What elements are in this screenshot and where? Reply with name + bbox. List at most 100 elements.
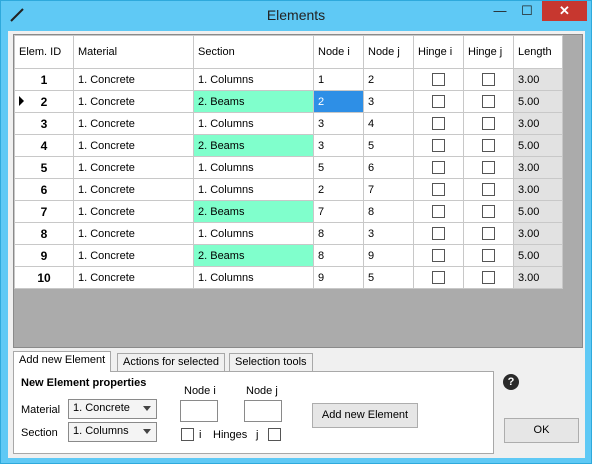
cell-id[interactable]: 2 bbox=[14, 90, 74, 113]
cell-material[interactable]: 1. Concrete bbox=[73, 266, 194, 289]
hinge-i-checkbox[interactable] bbox=[432, 227, 445, 240]
cell-id[interactable]: 3 bbox=[14, 112, 74, 135]
elements-grid[interactable]: Elem. ID Material Section Node i Node j … bbox=[13, 34, 583, 348]
hinge-i-checkbox[interactable] bbox=[432, 271, 445, 284]
hinge-j-checkbox[interactable] bbox=[482, 73, 495, 86]
node-j-input[interactable] bbox=[244, 400, 282, 422]
cell-hinge-i[interactable] bbox=[413, 68, 464, 91]
close-button[interactable]: ✕ bbox=[542, 1, 587, 21]
hinge-j-checkbox[interactable] bbox=[482, 271, 495, 284]
cell-node-i[interactable]: 5 bbox=[313, 156, 364, 179]
cell-node-j[interactable]: 9 bbox=[363, 244, 414, 267]
material-select[interactable]: 1. Concrete bbox=[68, 399, 157, 419]
header-hinge-i[interactable]: Hinge i bbox=[413, 35, 464, 69]
hinge-i-checkbox[interactable] bbox=[432, 73, 445, 86]
hinge-i-checkbox[interactable] bbox=[432, 249, 445, 262]
cell-section[interactable]: 1. Columns bbox=[193, 112, 314, 135]
cell-id[interactable]: 4 bbox=[14, 134, 74, 157]
tab-add-new-element[interactable]: Add new Element bbox=[13, 351, 112, 372]
cell-node-i[interactable]: 2 bbox=[313, 178, 364, 201]
table-row[interactable]: 10 1. Concrete 1. Columns 9 5 3.00 bbox=[14, 266, 563, 289]
section-select[interactable]: 1. Columns bbox=[68, 422, 157, 442]
cell-hinge-j[interactable] bbox=[463, 156, 514, 179]
cell-hinge-i[interactable] bbox=[413, 178, 464, 201]
cell-hinge-j[interactable] bbox=[463, 178, 514, 201]
cell-node-j[interactable]: 3 bbox=[363, 90, 414, 113]
minimize-button[interactable]: — bbox=[486, 1, 514, 21]
hinge-j-checkbox[interactable] bbox=[482, 161, 495, 174]
cell-hinge-i[interactable] bbox=[413, 90, 464, 113]
cell-hinge-i[interactable] bbox=[413, 112, 464, 135]
table-row[interactable]: 1 1. Concrete 1. Columns 1 2 3.00 bbox=[14, 68, 563, 91]
cell-material[interactable]: 1. Concrete bbox=[73, 68, 194, 91]
cell-section[interactable]: 1. Columns bbox=[193, 178, 314, 201]
cell-node-i[interactable]: 2 bbox=[313, 90, 364, 113]
cell-hinge-j[interactable] bbox=[463, 200, 514, 223]
hinge-i-checkbox[interactable] bbox=[432, 183, 445, 196]
help-icon[interactable]: ? bbox=[503, 374, 519, 390]
hinge-j-checkbox[interactable] bbox=[482, 183, 495, 196]
cell-section[interactable]: 1. Columns bbox=[193, 222, 314, 245]
header-node-j[interactable]: Node j bbox=[363, 35, 414, 69]
hinge-j-checkbox[interactable] bbox=[482, 117, 495, 130]
hinge-j-checkbox[interactable] bbox=[482, 95, 495, 108]
cell-node-j[interactable]: 5 bbox=[363, 266, 414, 289]
cell-section[interactable]: 1. Columns bbox=[193, 266, 314, 289]
cell-hinge-i[interactable] bbox=[413, 156, 464, 179]
hinge-i-checkbox[interactable] bbox=[432, 161, 445, 174]
cell-hinge-j[interactable] bbox=[463, 266, 514, 289]
hinge-i-checkbox[interactable] bbox=[432, 95, 445, 108]
cell-node-j[interactable]: 2 bbox=[363, 68, 414, 91]
tab-selection-tools[interactable]: Selection tools bbox=[229, 353, 313, 371]
table-row[interactable]: 9 1. Concrete 2. Beams 8 9 5.00 bbox=[14, 244, 563, 267]
cell-node-j[interactable]: 5 bbox=[363, 134, 414, 157]
header-section[interactable]: Section bbox=[193, 35, 314, 69]
cell-id[interactable]: 5 bbox=[14, 156, 74, 179]
cell-material[interactable]: 1. Concrete bbox=[73, 112, 194, 135]
maximize-button[interactable]: ☐ bbox=[514, 1, 540, 21]
cell-id[interactable]: 6 bbox=[14, 178, 74, 201]
hinge-j-checkbox[interactable] bbox=[482, 249, 495, 262]
cell-node-j[interactable]: 4 bbox=[363, 112, 414, 135]
cell-section[interactable]: 2. Beams bbox=[193, 134, 314, 157]
add-new-element-button[interactable]: Add new Element bbox=[312, 403, 418, 428]
cell-material[interactable]: 1. Concrete bbox=[73, 90, 194, 113]
hinge-i-checkbox[interactable] bbox=[432, 139, 445, 152]
table-row[interactable]: 4 1. Concrete 2. Beams 3 5 5.00 bbox=[14, 134, 563, 157]
cell-node-i[interactable]: 3 bbox=[313, 134, 364, 157]
cell-node-j[interactable]: 6 bbox=[363, 156, 414, 179]
tab-actions-for-selected[interactable]: Actions for selected bbox=[117, 353, 225, 371]
cell-hinge-j[interactable] bbox=[463, 90, 514, 113]
cell-material[interactable]: 1. Concrete bbox=[73, 244, 194, 267]
table-row[interactable]: 6 1. Concrete 1. Columns 2 7 3.00 bbox=[14, 178, 563, 201]
cell-hinge-j[interactable] bbox=[463, 68, 514, 91]
cell-node-i[interactable]: 3 bbox=[313, 112, 364, 135]
cell-hinge-i[interactable] bbox=[413, 222, 464, 245]
header-length[interactable]: Length bbox=[513, 35, 563, 69]
cell-material[interactable]: 1. Concrete bbox=[73, 178, 194, 201]
cell-material[interactable]: 1. Concrete bbox=[73, 156, 194, 179]
table-row[interactable]: 8 1. Concrete 1. Columns 8 3 3.00 bbox=[14, 222, 563, 245]
cell-material[interactable]: 1. Concrete bbox=[73, 222, 194, 245]
hinge-i-checkbox[interactable] bbox=[432, 205, 445, 218]
header-elem-id[interactable]: Elem. ID bbox=[14, 35, 74, 69]
cell-node-i[interactable]: 7 bbox=[313, 200, 364, 223]
table-row[interactable]: 5 1. Concrete 1. Columns 5 6 3.00 bbox=[14, 156, 563, 179]
cell-id[interactable]: 9 bbox=[14, 244, 74, 267]
hinge-i-new-checkbox[interactable] bbox=[181, 428, 194, 441]
cell-node-i[interactable]: 1 bbox=[313, 68, 364, 91]
cell-hinge-i[interactable] bbox=[413, 200, 464, 223]
hinge-i-checkbox[interactable] bbox=[432, 117, 445, 130]
cell-id[interactable]: 8 bbox=[14, 222, 74, 245]
cell-hinge-j[interactable] bbox=[463, 222, 514, 245]
hinge-j-new-checkbox[interactable] bbox=[268, 428, 281, 441]
cell-node-i[interactable]: 8 bbox=[313, 244, 364, 267]
cell-hinge-j[interactable] bbox=[463, 244, 514, 267]
header-material[interactable]: Material bbox=[73, 35, 194, 69]
cell-id[interactable]: 10 bbox=[14, 266, 74, 289]
cell-id[interactable]: 7 bbox=[14, 200, 74, 223]
cell-node-j[interactable]: 3 bbox=[363, 222, 414, 245]
cell-node-j[interactable]: 7 bbox=[363, 178, 414, 201]
cell-hinge-i[interactable] bbox=[413, 244, 464, 267]
table-row[interactable]: 2 1. Concrete 2. Beams 2 3 5.00 bbox=[14, 90, 563, 113]
